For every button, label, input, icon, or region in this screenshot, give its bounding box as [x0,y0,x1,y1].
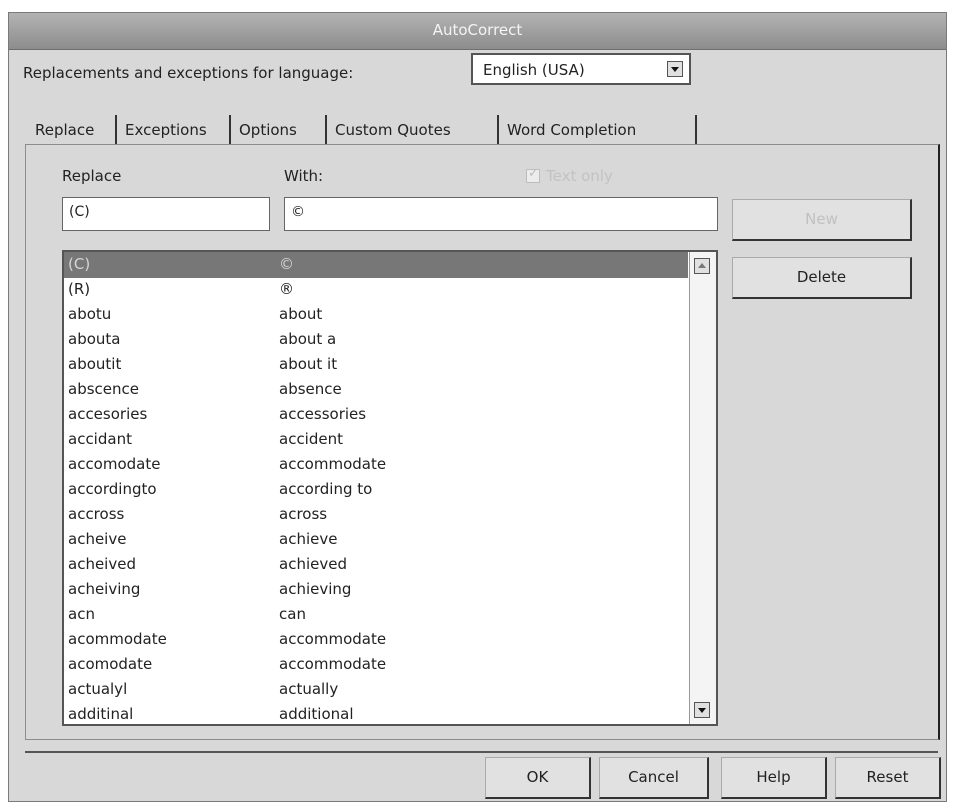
replace-cell: acomodate [68,655,153,673]
table-row[interactable]: abouta about a [64,327,688,353]
with-cell: across [279,505,328,523]
replace-cell: acommodate [68,630,167,648]
table-row[interactable]: acheiving achieving [64,577,688,603]
help-button[interactable]: Help [721,757,827,799]
chevron-down-icon[interactable] [667,61,683,77]
autocorrect-dialog: AutoCorrect Replacements and exceptions … [8,12,947,802]
with-cell: about it [279,355,338,373]
replace-cell: acheiving [68,580,141,598]
replace-cell: aboutit [68,355,122,373]
replace-cell: abotu [68,305,112,323]
with-cell: accommodate [279,630,387,648]
reset-button[interactable]: Reset [835,757,941,799]
footer-divider [25,751,938,753]
table-row[interactable]: acomodate accommodate [64,652,688,678]
replace-cell: accesories [68,405,148,423]
with-cell: accessories [279,405,367,423]
table-row[interactable]: acheived achieved [64,552,688,578]
replace-cell: accordingto [68,480,157,498]
replacement-table[interactable]: (C) © (R) ® abotu about abouta about a about… [62,250,718,726]
scroll-up-icon[interactable] [694,258,710,274]
text-only-checkbox[interactable] [526,166,540,183]
table-row[interactable]: acheive achieve [64,527,688,553]
with-cell: about a [279,330,337,348]
replace-cell: (C) [68,255,91,273]
language-select-value: English (USA) [483,61,585,79]
scroll-down-icon[interactable] [694,702,710,718]
new-button[interactable]: New [732,199,912,241]
replace-cell: accidant [68,430,132,448]
replace-cell: acheived [68,555,136,573]
with-cell: according to [279,480,373,498]
language-select[interactable]: English (USA) [471,53,691,85]
tab-exceptions[interactable]: Exceptions [119,113,231,145]
tab-replace[interactable]: Replace [25,113,117,145]
text-only-label: Text only [546,167,613,185]
ok-button[interactable]: OK [485,757,591,799]
table-row[interactable]: aboutit about it [64,352,688,378]
with-cell: accident [279,430,343,448]
tab-label: Custom Quotes [335,121,451,139]
with-cell: ® [279,280,294,298]
window-title: AutoCorrect [432,21,523,39]
table-row[interactable]: accordingto according to [64,477,688,503]
table-row[interactable]: (R) ® [64,277,688,303]
table-row[interactable]: accesories accessories [64,402,688,428]
cancel-button[interactable]: Cancel [599,757,709,799]
replace-cell: acn [68,605,95,623]
with-cell: achieve [279,530,338,548]
replace-cell: abouta [68,330,121,348]
with-cell: © [279,255,294,273]
replace-input[interactable]: (C) [62,197,270,231]
replace-cell: abscence [68,380,139,398]
with-cell: accommodate [279,455,387,473]
with-cell: about [279,305,323,323]
table-row[interactable]: acn can [64,602,688,628]
table-row[interactable]: (C) © [64,252,688,278]
replace-cell: accomodate [68,455,161,473]
with-label: With: [284,167,324,185]
table-row[interactable]: accomodate accommodate [64,452,688,478]
tab-label: Options [239,121,297,139]
tab-label: Word Completion [507,121,637,139]
replace-cell: actualyl [68,680,128,698]
table-row[interactable]: abotu about [64,302,688,328]
replace-cell: accross [68,505,125,523]
table-row[interactable]: abscence absence [64,377,688,403]
title-bar[interactable]: AutoCorrect [9,13,946,50]
table-row[interactable]: actualyl actually [64,677,688,703]
replace-cell: acheive [68,530,127,548]
replace-cell: (R) [68,280,91,298]
replace-label: Replace [62,167,122,185]
replace-cell: additinal [68,705,134,723]
with-cell: actually [279,680,339,698]
with-cell: absence [279,380,342,398]
with-cell: accommodate [279,655,387,673]
table-row[interactable]: acommodate accommodate [64,627,688,653]
list-scrollbar[interactable] [689,252,716,724]
with-cell: can [279,605,306,623]
tab-custom-quotes[interactable]: Custom Quotes [329,113,499,145]
tab-label: Replace [35,121,95,139]
tab-word-completion[interactable]: Word Completion [501,113,697,145]
table-row[interactable]: accross across [64,502,688,528]
with-cell: achieved [279,555,347,573]
tab-label: Exceptions [125,121,207,139]
replace-panel: Replace With: Text only (C) © New Delete… [25,144,940,740]
table-row[interactable]: accidant accident [64,427,688,453]
table-row[interactable]: additinal additional [64,702,688,724]
language-label: Replacements and exceptions for language… [23,64,354,82]
with-input[interactable]: © [284,197,718,231]
delete-button[interactable]: Delete [732,257,912,299]
with-cell: additional [279,705,354,723]
tab-options[interactable]: Options [233,113,327,145]
with-cell: achieving [279,580,352,598]
